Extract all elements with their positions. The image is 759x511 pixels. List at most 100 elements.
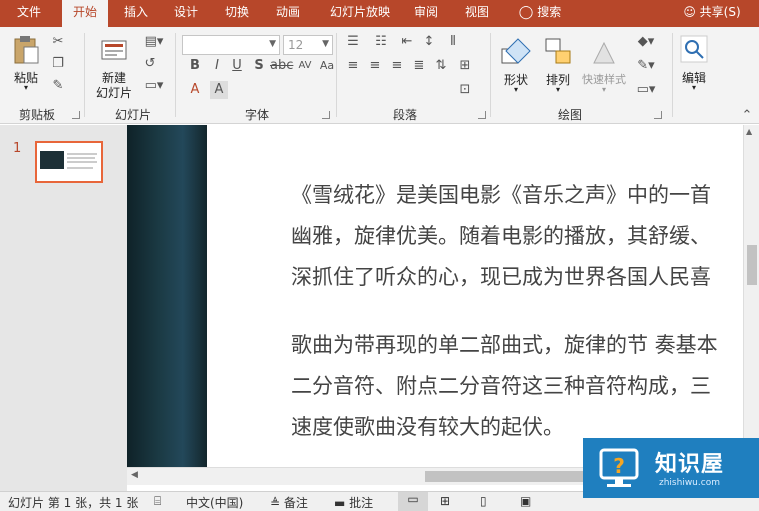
shapes-button[interactable]: 形状 ▾ [496, 31, 536, 101]
align-center-icon[interactable]: ≡ [366, 57, 384, 75]
clipboard-group-label: 剪贴板 [18, 108, 55, 122]
shadow-button[interactable]: S [250, 57, 268, 75]
language-status[interactable]: 中文(中国) [186, 494, 243, 511]
text-direction-icon[interactable]: ⇅ [432, 57, 450, 75]
tab-view[interactable]: 视图 [455, 0, 499, 27]
spellcheck-icon[interactable]: ⌸ [154, 494, 161, 509]
underline-button[interactable]: U [228, 57, 246, 75]
slideshow-button[interactable]: ▣ [520, 494, 531, 508]
editing-button[interactable]: 编辑 ▾ [676, 31, 712, 101]
vertical-scroll-thumb[interactable] [747, 245, 757, 285]
align-right-icon[interactable]: ≡ [388, 57, 406, 75]
vertical-scrollbar[interactable]: ▲ [743, 125, 759, 467]
notes-label: 备注 [283, 496, 308, 510]
reset-icon[interactable]: ↺ [141, 55, 159, 73]
tab-review[interactable]: 审阅 [404, 0, 448, 27]
font-group-label: 字体 [244, 108, 269, 122]
char-spacing-button[interactable]: AV [296, 57, 314, 75]
share-label: 共享(S) [699, 5, 741, 19]
quick-styles-button[interactable]: 快速样式 ▾ [580, 31, 628, 101]
notes-button[interactable]: ≜ 备注 [270, 494, 308, 511]
decrease-indent-icon[interactable]: ⇤ [398, 33, 416, 51]
shape-effects-icon[interactable]: ▭▾ [632, 81, 660, 99]
watermark-title: 知识屋 [655, 452, 725, 477]
align-left-icon[interactable]: ≡ [344, 57, 362, 75]
tab-file[interactable]: 文件 [6, 0, 52, 27]
align-text-icon[interactable]: ⊞ [456, 57, 474, 75]
clipboard-launcher-icon[interactable] [72, 111, 80, 119]
slide-info: 幻灯片 第 1 张，共 1 张 [8, 496, 139, 510]
new-slide-label-line2: 幻灯片 [95, 86, 132, 100]
scroll-left-icon[interactable]: ◀ [131, 470, 138, 480]
paste-button[interactable]: 粘贴 ▾ [6, 31, 46, 92]
justify-icon[interactable]: ≣ [410, 57, 428, 75]
paragraph-launcher-icon[interactable] [478, 111, 486, 119]
tab-animations[interactable]: 动画 [266, 0, 310, 27]
clipboard-icon [14, 36, 39, 64]
slide-editor[interactable]: 《雪绒花》是美国电影《音乐之声》中的一首 幽雅，旋律优美。随着电影的播放，其舒缓… [127, 125, 743, 467]
line-spacing-icon[interactable]: ↕ [420, 33, 438, 51]
search-label: 搜索 [537, 5, 562, 19]
ribbon-tab-bar: 文件 开始 插入 设计 切换 动画 幻灯片放映 审阅 视图 ◯ 搜索 ☺ 共享(… [0, 0, 759, 27]
normal-view-button[interactable]: ▭ [398, 492, 428, 511]
collapse-ribbon-icon[interactable]: ⌃ [738, 107, 756, 125]
quick-styles-icon [593, 41, 615, 64]
format-painter-icon[interactable]: ✎ [49, 77, 67, 95]
tab-transitions[interactable]: 切换 [215, 0, 259, 27]
chevron-down-icon: ▾ [691, 83, 696, 92]
bold-button[interactable]: B [186, 57, 204, 75]
slide-text-line[interactable]: 幽雅，旋律优美。随着电影的播放，其舒缓、 [291, 218, 711, 255]
slide-text-line[interactable]: 二分音符、附点二分音符这三种音符构成，三 [291, 368, 711, 405]
tab-home[interactable]: 开始 [62, 0, 108, 27]
smartart-icon[interactable]: ⊡ [456, 81, 474, 99]
shape-outline-icon[interactable]: ✎▾ [632, 57, 660, 75]
comments-button[interactable]: ▬ 批注 [334, 494, 373, 511]
lightbulb-icon: ◯ [518, 5, 534, 20]
italic-button[interactable]: I [208, 57, 226, 75]
monitor-question-icon: ? [599, 448, 639, 487]
scroll-up-icon[interactable]: ▲ [746, 127, 752, 136]
change-case-button[interactable]: Aa [318, 57, 336, 75]
share-button[interactable]: ☺ 共享(S) [672, 0, 752, 27]
slide-text-line[interactable]: 《雪绒花》是美国电影《音乐之声》中的一首 [291, 177, 711, 214]
search-box[interactable]: ◯ 搜索 [510, 0, 570, 27]
font-size-combo[interactable]: 12 ▼ [283, 35, 333, 55]
arrange-button[interactable]: 排列 ▾ [538, 31, 578, 101]
shape-fill-icon[interactable]: ◆▾ [632, 33, 660, 51]
slide-text-line[interactable]: 深抓住了听众的心，现已成为世界各国人民喜 [291, 259, 711, 296]
tab-slideshow[interactable]: 幻灯片放映 [322, 0, 398, 27]
font-name-combo[interactable]: ▼ [182, 35, 280, 55]
new-slide-button[interactable]: 新建 幻灯片 [88, 31, 140, 101]
bullets-icon[interactable]: ☰ [344, 33, 362, 51]
chevron-down-icon: ▼ [322, 39, 329, 49]
paragraph-group-label: 段落 [392, 108, 417, 122]
layout-icon[interactable]: ▤▾ [141, 33, 167, 51]
drawing-launcher-icon[interactable] [654, 111, 662, 119]
new-slide-icon [101, 40, 127, 60]
reading-view-button[interactable]: ▯ [480, 494, 487, 508]
svg-text:?: ? [613, 454, 625, 478]
slide-text-line[interactable]: 速度使歌曲没有较大的起伏。 [291, 409, 564, 446]
font-launcher-icon[interactable] [322, 111, 330, 119]
slide-text-line[interactable]: 歌曲为带再现的单二部曲式，旋律的节 奏基本 [291, 327, 718, 364]
font-color-button[interactable]: A [186, 81, 204, 99]
tab-design[interactable]: 设计 [164, 0, 208, 27]
shapes-icon [501, 38, 531, 64]
numbering-icon[interactable]: ☷ [372, 33, 390, 51]
slide-thumbnail-number: 1 [13, 141, 22, 156]
horizontal-scroll-thumb[interactable] [425, 471, 585, 482]
copy-icon[interactable]: ❐ [49, 55, 67, 73]
cut-icon[interactable]: ✂ [49, 33, 67, 51]
slide-thumbnail[interactable] [35, 141, 103, 183]
slide-background-image [127, 125, 207, 467]
section-icon[interactable]: ▭▾ [141, 77, 167, 95]
slide-sorter-button[interactable]: ⊞ [440, 494, 450, 508]
columns-icon[interactable]: ⫴ [444, 33, 462, 51]
tab-insert[interactable]: 插入 [114, 0, 158, 27]
comments-label: 批注 [349, 496, 374, 510]
highlight-button[interactable]: A [210, 81, 228, 99]
watermark-logo: ? 知识屋 zhishiwu.com [583, 438, 759, 498]
chevron-down-icon: ▾ [23, 83, 28, 92]
strikethrough-icon[interactable]: abc [270, 57, 293, 75]
font-size-value: 12 [288, 38, 304, 52]
